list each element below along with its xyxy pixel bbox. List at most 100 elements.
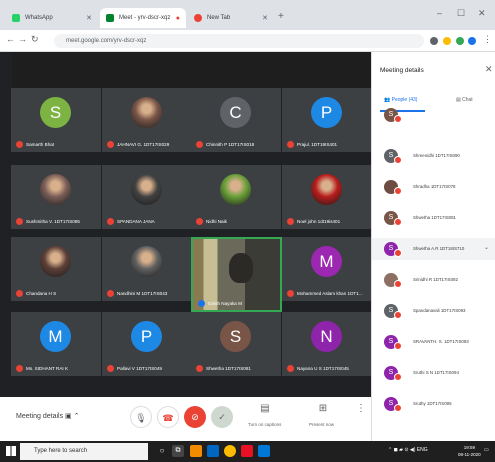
- person-name: Sruthi S N 1DT17IS094: [413, 370, 459, 375]
- participant-tile[interactable]: Nandhini M 1DT17IS043: [102, 237, 192, 301]
- list-item[interactable]: S Shwetha 1DT17IS081: [372, 207, 495, 229]
- participant-tile[interactable]: N Nayana U S 1DT17IS045: [282, 312, 372, 376]
- participant-name: Pallavi V 1DT17IS049: [117, 366, 162, 371]
- mic-off-icon: [394, 115, 402, 123]
- meeting-details-label: Meeting details: [16, 413, 64, 420]
- captions-button[interactable]: Turn on captions: [248, 422, 281, 427]
- meeting-details-button[interactable]: Meeting details ▣ ⌃: [16, 412, 79, 420]
- participant-photo: [40, 246, 71, 277]
- participant-avatar: S: [220, 321, 251, 352]
- tile-name: SPANDANA JANA: [107, 218, 191, 225]
- task-view-icon[interactable]: ⧉: [172, 445, 184, 457]
- tile-name: Chandana H S: [16, 290, 100, 297]
- participant-photo: [40, 174, 71, 205]
- participant-tile[interactable]: P Prajul. 1DT19IS401: [282, 88, 372, 152]
- pdf-icon[interactable]: [241, 445, 253, 457]
- tab-people[interactable]: 👥 People (43): [384, 97, 417, 103]
- list-item[interactable]: S Spandanavali 1DT17IS093: [372, 300, 495, 322]
- camera-off-button[interactable]: ⊘: [184, 406, 206, 428]
- mic-off-icon: [287, 365, 294, 372]
- mic-off-icon: [16, 218, 23, 225]
- window-close-icon[interactable]: ✕: [478, 8, 486, 19]
- file-explorer-icon[interactable]: [190, 445, 202, 457]
- camera-icon[interactable]: [430, 37, 438, 45]
- list-item[interactable]: S SRAVANTH. S. 1DT17IS093: [372, 331, 495, 353]
- extension-icon[interactable]: [456, 37, 464, 45]
- close-icon[interactable]: ✕: [262, 14, 268, 22]
- back-icon[interactable]: ←: [6, 34, 15, 44]
- close-icon[interactable]: ✕: [86, 14, 92, 22]
- store-icon[interactable]: [207, 445, 219, 457]
- participant-photo: [131, 97, 162, 128]
- mic-off-icon: [394, 156, 402, 164]
- list-item[interactable]: Shradha 1DT17IS078: [372, 176, 495, 198]
- list-item[interactable]: S Shreenidhi 1DT17IS090: [372, 145, 495, 167]
- participant-tile[interactable]: S Shwetha 1DT17IS081: [191, 312, 281, 376]
- tile-name: Sushmitha V. 1DT17IS085: [16, 218, 100, 225]
- tab-meet[interactable]: Meet - yrv-dscr-xqz ●: [100, 8, 186, 28]
- chrome-taskbar-icon[interactable]: [224, 445, 236, 457]
- profile-avatar[interactable]: [468, 37, 476, 45]
- tab-whatsapp[interactable]: WhatsApp ✕: [6, 8, 98, 28]
- presenter-video-tile[interactable]: Girish Nayaka M: [191, 237, 282, 312]
- tab-new-tab[interactable]: New Tab ✕: [188, 8, 274, 28]
- participant-tile[interactable]: Chandana H S: [11, 237, 101, 301]
- more-icon[interactable]: ⋮: [483, 34, 492, 45]
- new-tab-icon[interactable]: +: [278, 11, 284, 22]
- list-item[interactable]: S Sruthi S N 1DT17IS094: [372, 362, 495, 384]
- participant-name: Chandana H S: [26, 291, 57, 296]
- list-item[interactable]: Srinidhi R 1DT17IS092: [372, 269, 495, 291]
- participant-tile[interactable]: Nidhi Naik: [191, 165, 281, 229]
- participant-name: Nandhini M 1DT17IS043: [117, 291, 168, 296]
- participant-tile[interactable]: S Samarth Bhat: [11, 88, 101, 152]
- captions-icon[interactable]: ▤: [257, 403, 273, 414]
- participant-tile[interactable]: Sushmitha V. 1DT17IS085: [11, 165, 101, 229]
- participant-tile[interactable]: Noel john 1dt19is401: [282, 165, 372, 229]
- minimize-icon[interactable]: –: [437, 8, 442, 18]
- reload-icon[interactable]: ↻: [31, 34, 39, 45]
- meeting-controls: Meeting details ▣ ⌃ 🎙 ☎ ⊘ ✓ ▤ Turn on ca…: [0, 397, 371, 441]
- windows-start-icon[interactable]: [6, 446, 16, 456]
- forward-icon[interactable]: →: [18, 34, 27, 44]
- chevron-down-icon[interactable]: ⌄: [484, 244, 489, 251]
- mic-off-icon: [394, 311, 402, 319]
- list-item[interactable]: S Shwetha A.R 1DT18IS710 ⌄: [372, 238, 495, 260]
- mic-off-icon: [394, 249, 402, 257]
- participant-tile[interactable]: P Pallavi V 1DT17IS049: [102, 312, 192, 376]
- system-tray-icons[interactable]: ⌃ ◼ ▰ ⊙ ◀) ENG: [388, 447, 428, 453]
- participant-name: Mohammed Aslam khan 1DT1...: [297, 291, 363, 296]
- tile-name: Chinnith P 1DT17IS018: [196, 141, 280, 148]
- taskbar-search-input[interactable]: Type here to search: [20, 443, 148, 460]
- list-item[interactable]: S Sruthy 1DT17IS095: [372, 393, 495, 415]
- tab-chat[interactable]: ▤ Chat: [456, 97, 473, 103]
- participant-tile[interactable]: JAHNAVI G. 1DT17IS029: [102, 88, 192, 152]
- star-icon[interactable]: [443, 37, 451, 45]
- microphone-button[interactable]: 🎙: [130, 406, 152, 428]
- participant-name: Sushmitha V. 1DT17IS085: [26, 219, 80, 224]
- tile-name: Shwetha 1DT17IS081: [196, 365, 280, 372]
- participant-tile[interactable]: M Ms. SIDHANT RAI K: [11, 312, 101, 376]
- app-icon[interactable]: [258, 445, 270, 457]
- participant-tile[interactable]: SPANDANA JANA: [102, 165, 192, 229]
- present-button[interactable]: Present now: [309, 422, 334, 427]
- mic-off-icon: [107, 141, 114, 148]
- participant-avatar: C: [220, 97, 251, 128]
- list-item[interactable]: S: [372, 104, 495, 126]
- participant-tile[interactable]: M Mohammed Aslam khan 1DT1...: [282, 237, 372, 301]
- tile-name: Pallavi V 1DT17IS049: [107, 365, 191, 372]
- search-icon[interactable]: ○: [156, 445, 168, 457]
- close-icon[interactable]: ✕: [485, 64, 493, 75]
- participant-avatar: S: [40, 97, 71, 128]
- participant-tile[interactable]: C Chinnith P 1DT17IS018: [191, 88, 281, 152]
- taskbar-clock[interactable]: 19:59 08-11-2020: [458, 444, 481, 458]
- maximize-icon[interactable]: ☐: [457, 8, 465, 19]
- notification-icon[interactable]: ▭: [484, 447, 489, 453]
- more-options-icon[interactable]: ⋮: [353, 403, 369, 414]
- clock-date: 08-11-2020: [458, 452, 481, 457]
- whatsapp-icon: [12, 14, 20, 22]
- url-input[interactable]: meet.google.com/yrv-dscr-xqz: [54, 34, 424, 48]
- hang-up-button[interactable]: ☎: [157, 406, 179, 428]
- present-icon[interactable]: ⊞: [315, 403, 331, 414]
- mic-off-icon: [394, 373, 402, 381]
- raise-hand-button[interactable]: ✓: [211, 406, 233, 428]
